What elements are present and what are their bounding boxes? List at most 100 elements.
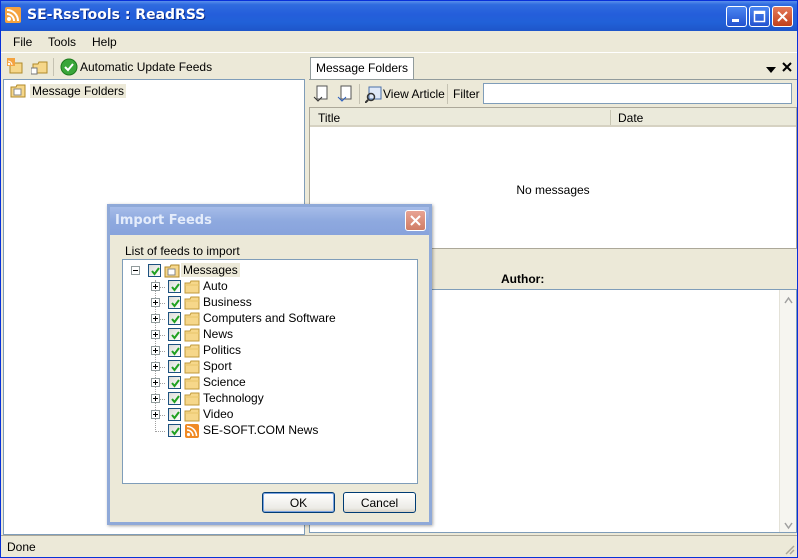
- tree-node-se-soft-com-news[interactable]: SE-SOFT.COM News: [151, 423, 391, 439]
- toolbar-separator: [447, 84, 448, 104]
- close-icon: [777, 11, 788, 22]
- collapse-icon[interactable]: [131, 266, 140, 275]
- expand-icon[interactable]: [151, 410, 160, 419]
- tree-node-video[interactable]: Video: [151, 407, 391, 423]
- empty-state-text: No messages: [516, 183, 590, 197]
- menu-bar: File Tools Help: [1, 31, 797, 53]
- tree-node-sport[interactable]: Sport: [151, 359, 391, 375]
- mark-read-icon[interactable]: [313, 85, 331, 103]
- tree-line: [155, 431, 165, 432]
- feeds-list-label: List of feeds to import: [125, 244, 240, 258]
- tree-node-label: SE-SOFT.COM News: [203, 423, 319, 437]
- expand-icon[interactable]: [151, 346, 160, 355]
- tree-node-label: Video: [203, 407, 234, 421]
- filter-label: Filter: [453, 87, 480, 101]
- column-date[interactable]: Date: [618, 111, 643, 125]
- feed-checkbox[interactable]: [168, 392, 181, 405]
- minimize-icon: [732, 19, 739, 22]
- tree-node-politics[interactable]: Politics: [151, 343, 391, 359]
- tree-node-auto[interactable]: Auto: [151, 279, 391, 295]
- rss-feed-icon: [184, 423, 200, 442]
- close-button[interactable]: [772, 6, 793, 27]
- expand-icon[interactable]: [151, 298, 160, 307]
- feed-checkbox[interactable]: [168, 280, 181, 293]
- expand-icon[interactable]: [151, 282, 160, 291]
- tree-node-label: Auto: [203, 279, 228, 293]
- feed-checkbox[interactable]: [168, 328, 181, 341]
- filter-input[interactable]: [483, 83, 792, 104]
- chevron-down-icon[interactable]: [766, 63, 776, 77]
- tree-node-label: Technology: [203, 391, 264, 405]
- expand-icon[interactable]: [151, 378, 160, 387]
- menu-help[interactable]: Help: [92, 35, 117, 49]
- expand-icon[interactable]: [151, 314, 160, 323]
- column-separator[interactable]: [610, 110, 611, 125]
- messages-checkbox[interactable]: [148, 264, 161, 277]
- tree-node-business[interactable]: Business: [151, 295, 391, 311]
- scroll-down-icon[interactable]: [784, 519, 793, 530]
- tree-node-computers-and-software[interactable]: Computers and Software: [151, 311, 391, 327]
- list-header: Title Date: [310, 108, 796, 127]
- feed-checkbox[interactable]: [168, 344, 181, 357]
- tree-node-label: Science: [203, 375, 246, 389]
- view-article-icon: [364, 85, 383, 104]
- dialog-title-bar[interactable]: Import Feeds: [110, 207, 429, 235]
- tree-node-label: Computers and Software: [203, 311, 336, 325]
- menu-file[interactable]: File: [13, 35, 32, 49]
- left-toolbar: Automatic Update Feeds: [3, 55, 305, 79]
- ok-button[interactable]: OK: [262, 492, 335, 513]
- tree-node-label: Politics: [203, 343, 242, 357]
- scroll-up-icon[interactable]: [784, 294, 793, 304]
- folder-root-icon: [10, 83, 26, 102]
- new-feed-icon[interactable]: [7, 58, 25, 76]
- maximize-button[interactable]: [749, 6, 770, 27]
- tree-node-news[interactable]: News: [151, 327, 391, 343]
- close-icon: [410, 215, 421, 226]
- menu-tools[interactable]: Tools: [48, 35, 76, 49]
- tree-node-label: Sport: [203, 359, 232, 373]
- toolbar-separator: [359, 84, 360, 104]
- auto-update-button[interactable]: Automatic Update Feeds: [80, 60, 212, 74]
- check-icon: [60, 58, 78, 76]
- rss-app-icon: [5, 7, 21, 23]
- window-title: SE-RssTools : ReadRSS: [27, 7, 206, 23]
- feeds-tree[interactable]: Messages Auto Business Computers and Softw…: [122, 259, 418, 484]
- minimize-button[interactable]: [726, 6, 747, 27]
- dialog-close-button[interactable]: [405, 210, 426, 231]
- close-pane-icon[interactable]: [782, 61, 792, 75]
- column-title[interactable]: Title: [318, 111, 340, 125]
- tree-node-technology[interactable]: Technology: [151, 391, 391, 407]
- title-bar[interactable]: SE-RssTools : ReadRSS: [1, 1, 797, 31]
- tab-strip: Message Folders: [309, 55, 797, 79]
- tree-node-label: Messages: [181, 263, 240, 277]
- feed-checkbox[interactable]: [168, 312, 181, 325]
- cancel-button[interactable]: Cancel: [343, 492, 416, 513]
- feed-checkbox[interactable]: [168, 424, 181, 437]
- tree-node-messages[interactable]: Messages: [131, 263, 331, 279]
- expand-icon[interactable]: [151, 330, 160, 339]
- message-toolbar: View Article Filter: [309, 79, 797, 107]
- maximize-icon: [753, 10, 766, 23]
- tree-item-label: Message Folders: [30, 84, 127, 98]
- author-label: Author:: [501, 272, 545, 286]
- expand-icon[interactable]: [151, 394, 160, 403]
- new-folder-icon[interactable]: [30, 58, 49, 76]
- expand-icon[interactable]: [151, 362, 160, 371]
- mark-unread-icon[interactable]: [337, 85, 355, 103]
- tab-label: Message Folders: [316, 61, 409, 75]
- import-feeds-dialog: Import Feeds List of feeds to import Mes…: [107, 204, 432, 525]
- tab-message-folders[interactable]: Message Folders: [310, 57, 415, 79]
- resize-grip-icon[interactable]: [783, 543, 795, 555]
- tree-node-label: Business: [203, 295, 252, 309]
- feed-checkbox[interactable]: [168, 408, 181, 421]
- feed-checkbox[interactable]: [168, 360, 181, 373]
- dialog-title: Import Feeds: [115, 213, 212, 228]
- feed-checkbox[interactable]: [168, 376, 181, 389]
- status-bar: Done: [1, 535, 797, 557]
- tree-node-science[interactable]: Science: [151, 375, 391, 391]
- vertical-scrollbar[interactable]: [779, 290, 796, 532]
- tree-node-label: News: [203, 327, 234, 341]
- toolbar-separator: [53, 58, 54, 76]
- feed-checkbox[interactable]: [168, 296, 181, 309]
- view-article-button[interactable]: View Article: [383, 87, 445, 101]
